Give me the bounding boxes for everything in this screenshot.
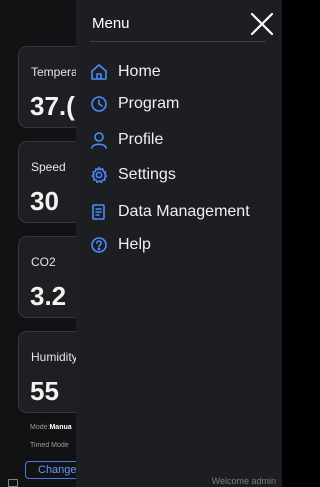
card-value: 3.2 [30,281,67,311]
card-value: 55 [30,376,59,406]
card-label: Humidity [31,350,78,364]
clock-icon [90,95,108,113]
timed-mode-label: Timed Mode [30,442,69,449]
card-value: 30 [30,186,59,216]
welcome-text: Welcome admin [211,476,276,486]
mode-value: Manua [49,424,72,431]
close-icon[interactable] [248,10,276,38]
menu-item-label: Program [118,95,180,112]
menu-title: Menu [92,15,130,32]
side-menu: Menu Home Program Profile Settings Data … [76,0,282,487]
menu-item-help[interactable]: Help [90,233,151,257]
menu-item-label: Data Management [118,203,250,220]
mode-status: Mode:Manua [30,424,72,431]
menu-item-data-management[interactable]: Data Management [90,200,250,224]
card-label: CO2 [31,255,56,269]
card-label: Tempera [31,65,78,79]
menu-divider [90,41,266,42]
menu-item-program[interactable]: Program [90,92,179,116]
gear-icon [90,166,108,184]
menu-item-profile[interactable]: Profile [90,128,163,152]
document-icon [90,203,108,221]
card-label: Speed [31,160,66,174]
mode-label: Mode: [30,424,50,431]
menu-item-label: Help [118,236,151,253]
window-icon [8,479,18,487]
menu-item-home[interactable]: Home [90,60,161,84]
menu-item-label: Home [118,63,161,80]
menu-item-settings[interactable]: Settings [90,163,176,187]
card-value: 37.( [30,91,75,121]
menu-item-label: Profile [118,131,164,148]
help-icon [90,236,108,254]
user-icon [90,131,108,149]
menu-item-label: Settings [118,166,176,183]
home-icon [90,63,108,81]
